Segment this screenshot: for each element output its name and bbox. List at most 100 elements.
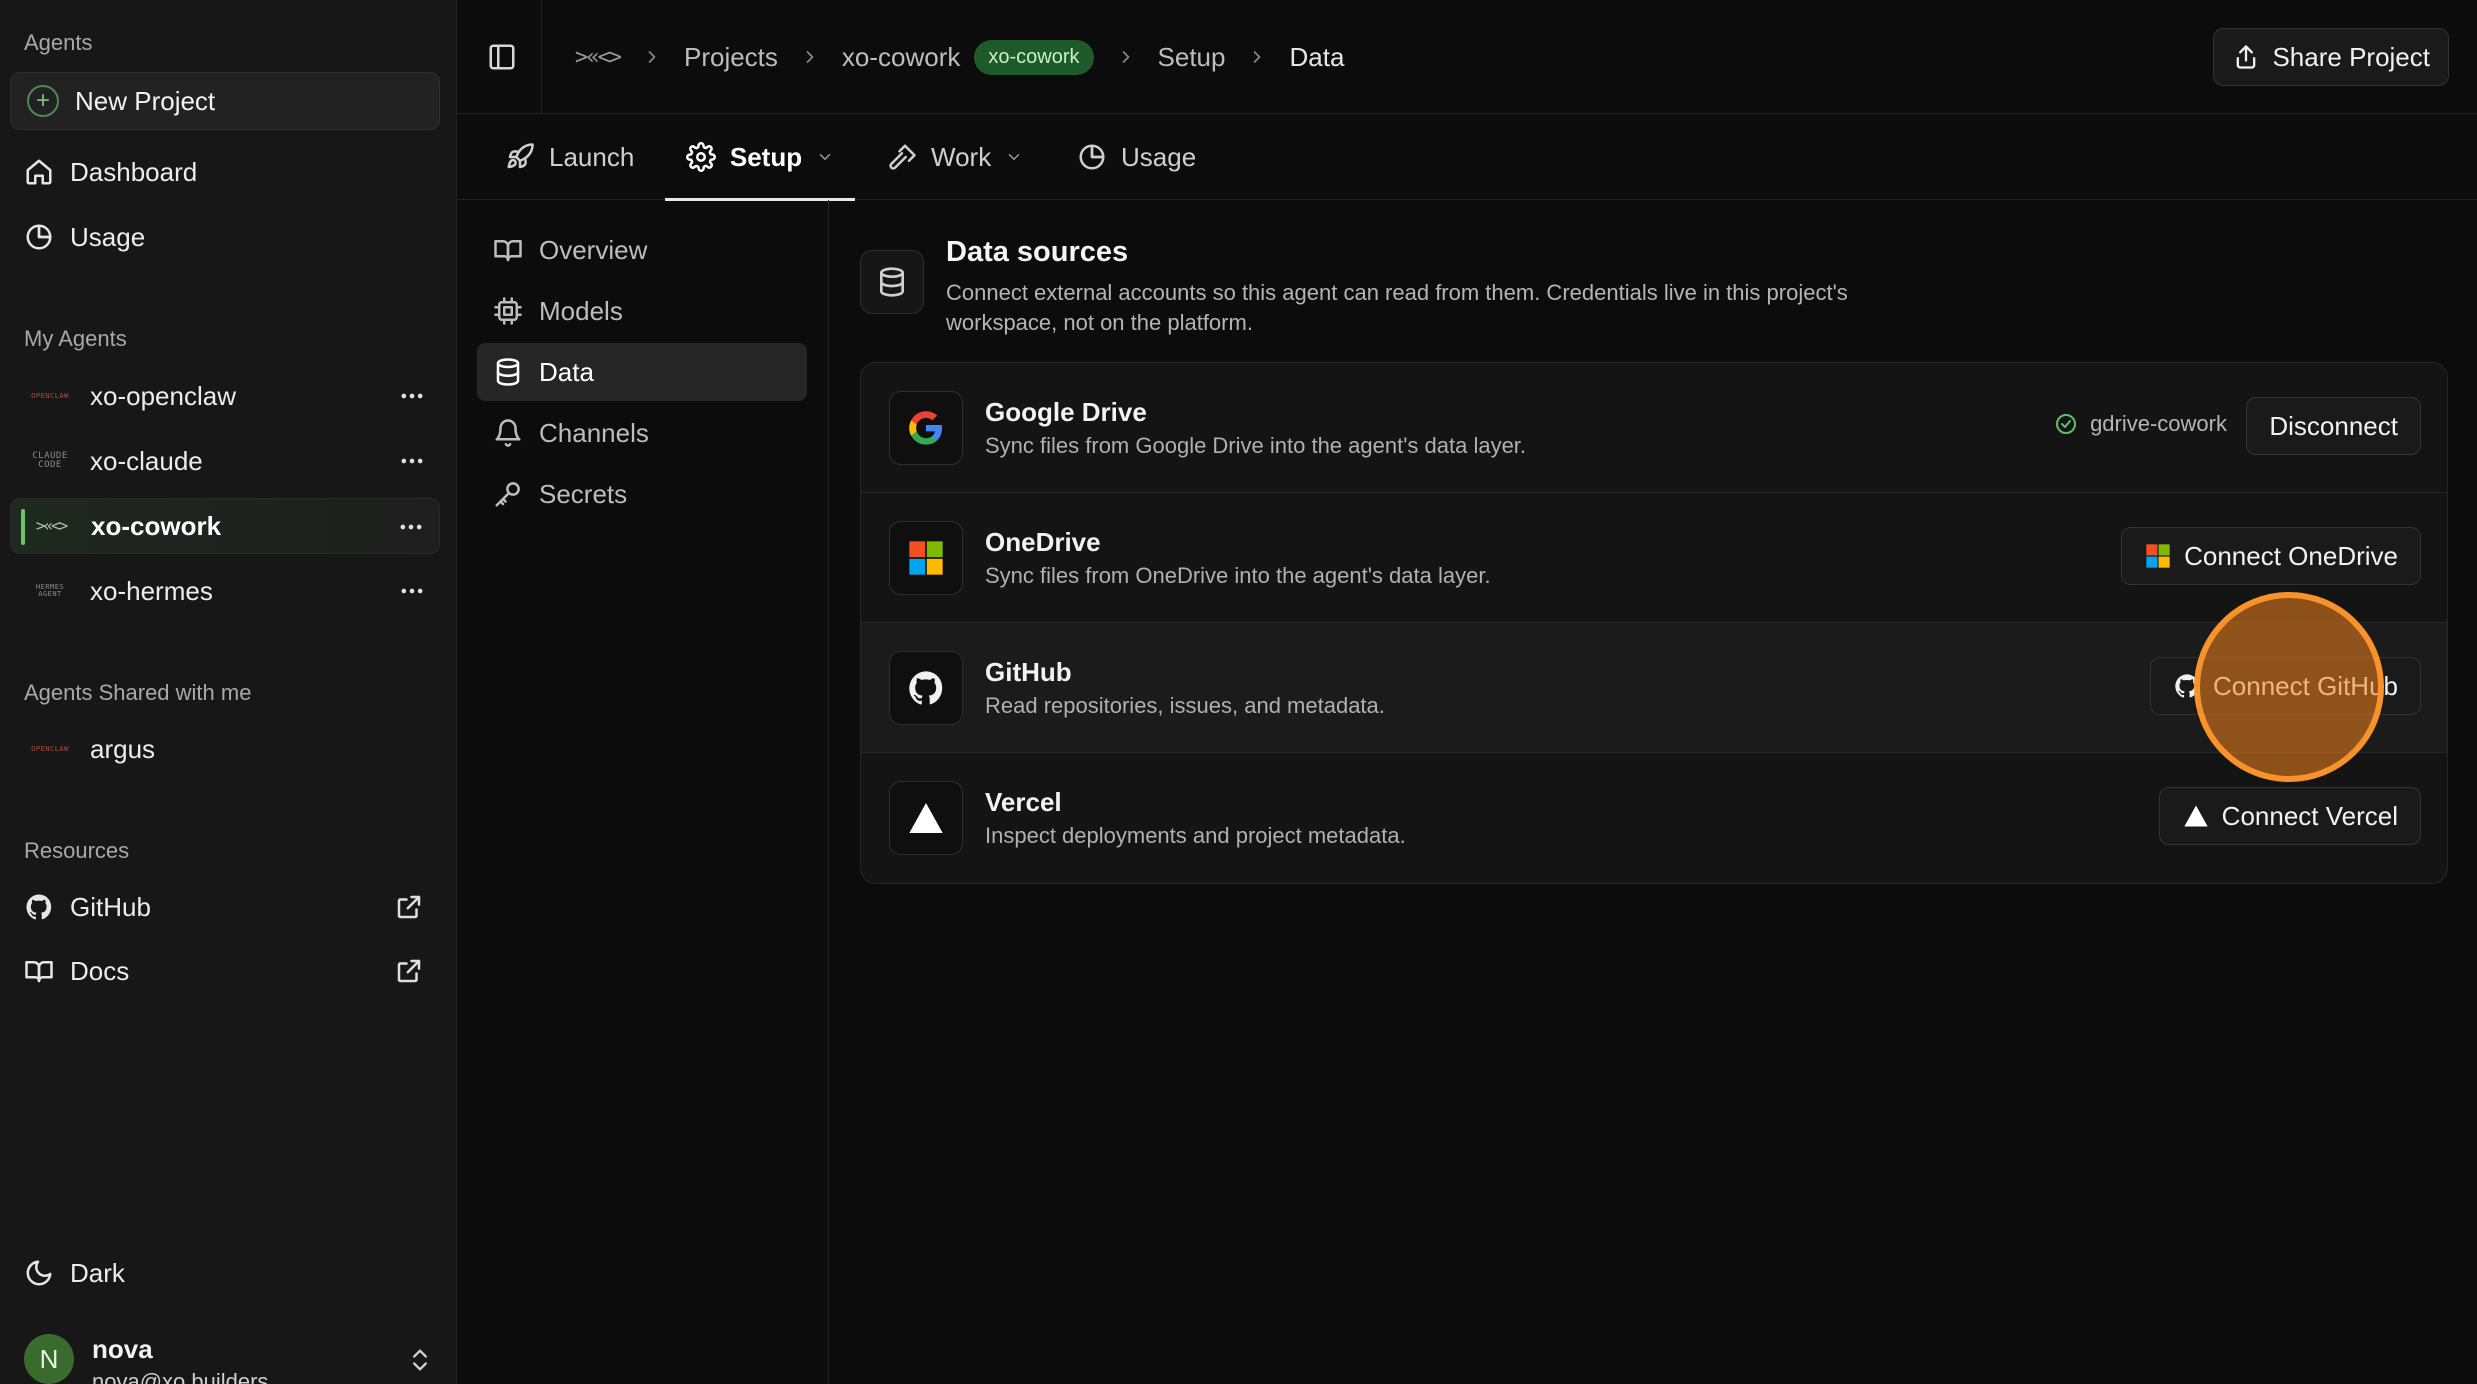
- source-name: Vercel: [985, 787, 1062, 817]
- cowork-logo: >«<>: [35, 516, 69, 535]
- button-label: Connect Vercel: [2221, 800, 2398, 831]
- claude-code-logo: CLAUDE CODE: [32, 451, 68, 470]
- disconnect-google-drive-button[interactable]: Disconnect: [2246, 397, 2421, 455]
- user-menu[interactable]: N nova nova@xo.builders: [24, 1334, 444, 1384]
- connect-github-button[interactable]: Connect GitHub: [2150, 657, 2421, 715]
- gear-icon: [685, 142, 716, 172]
- source-description: Sync files from OneDrive into the agent'…: [985, 563, 1491, 588]
- google-icon: [909, 411, 942, 445]
- chevron-right-icon: [648, 51, 656, 63]
- share-project-label: Share Project: [2272, 41, 2430, 72]
- sidebar-toggle-icon[interactable]: [487, 42, 517, 72]
- setup-subnav: Overview Models Data Channels Secrets: [457, 200, 829, 1384]
- sidebar-agent-xo-openclaw[interactable]: OPENCLAW xo-openclaw: [10, 368, 440, 424]
- breadcrumb-projects[interactable]: Projects: [684, 42, 778, 73]
- more-dots-icon[interactable]: [398, 577, 426, 605]
- subnav-label: Overview: [539, 234, 648, 265]
- sidebar-item-usage[interactable]: Usage: [10, 209, 440, 265]
- moon-icon: [26, 1260, 52, 1286]
- subnav-channels[interactable]: Channels: [477, 404, 807, 462]
- sidebar-section-agents: Agents: [24, 30, 93, 55]
- connection-status: gdrive-cowork: [2054, 411, 2227, 437]
- sidebar-section-resources: Resources: [24, 838, 130, 863]
- github-icon: [909, 671, 943, 705]
- header-divider: [541, 0, 542, 114]
- chip-icon: [494, 297, 522, 325]
- sidebar-agent-argus[interactable]: OPENCLAW argus: [10, 721, 440, 777]
- source-description: Sync files from Google Drive into the ag…: [985, 433, 1527, 458]
- sidebar-agent-xo-claude[interactable]: CLAUDE CODE xo-claude: [10, 433, 440, 489]
- check-circle-icon: [2056, 414, 2077, 434]
- sidebar-resource-docs[interactable]: Docs: [10, 943, 440, 999]
- project-badge: xo-cowork: [974, 39, 1094, 75]
- sidebar-agent-xo-cowork[interactable]: >«<> xo-cowork: [10, 498, 440, 554]
- sidebar-agent-xo-hermes[interactable]: HERMES AGENT xo-hermes: [10, 563, 440, 619]
- tab-label: Work: [931, 141, 992, 172]
- subnav-label: Secrets: [539, 478, 628, 509]
- agent-label: xo-openclaw: [90, 380, 236, 411]
- tab-usage[interactable]: Usage: [1077, 114, 1196, 200]
- agent-label: xo-cowork: [91, 510, 222, 541]
- source-row-vercel: Vercel Inspect deployments and project m…: [861, 753, 2447, 883]
- home-icon: [26, 159, 52, 185]
- sidebar-resource-github[interactable]: GitHub: [10, 879, 440, 935]
- sidebar-item-label: Dashboard: [70, 156, 198, 187]
- source-name: OneDrive: [985, 527, 1101, 557]
- database-icon: [496, 358, 520, 386]
- chevrons-up-down-icon: [413, 1349, 427, 1371]
- openclaw-logo: OPENCLAW: [31, 744, 69, 753]
- sidebar: Agents + New Project Dashboard Usage My …: [0, 0, 457, 1384]
- github-logo: [889, 651, 963, 725]
- external-link-icon: [397, 959, 421, 983]
- new-project-label: New Project: [75, 85, 216, 116]
- top-header: >«<> Projects xo-cowork xo-cowork Setup …: [457, 0, 2477, 114]
- sidebar-item-label: Usage: [70, 221, 146, 252]
- subnav-secrets[interactable]: Secrets: [477, 465, 807, 523]
- share-icon: [2237, 45, 2256, 69]
- avatar: N: [24, 1334, 74, 1384]
- data-sources-icon-box: [860, 250, 924, 314]
- page-title: Data sources: [946, 236, 1129, 268]
- user-name: nova: [92, 1334, 153, 1364]
- more-dots-icon[interactable]: [398, 447, 426, 475]
- microsoft-icon: [2146, 544, 2170, 568]
- subnav-models[interactable]: Models: [477, 282, 807, 340]
- app-logo[interactable]: >«<>: [575, 45, 622, 70]
- breadcrumb-project[interactable]: xo-cowork: [842, 42, 960, 73]
- bell-icon: [495, 419, 521, 447]
- subnav-data[interactable]: Data: [477, 343, 807, 401]
- github-icon: [26, 894, 52, 920]
- more-dots-icon[interactable]: [398, 382, 426, 410]
- connect-vercel-button[interactable]: Connect Vercel: [2158, 787, 2421, 845]
- subnav-overview[interactable]: Overview: [477, 221, 807, 279]
- subnav-label: Channels: [539, 417, 649, 448]
- source-row-github: GitHub Read repositories, issues, and me…: [861, 623, 2447, 753]
- rocket-icon: [507, 143, 534, 169]
- tab-label: Usage: [1121, 141, 1197, 172]
- agent-label: argus: [90, 733, 156, 764]
- onedrive-logo: [889, 521, 963, 595]
- tab-setup[interactable]: Setup: [665, 114, 855, 201]
- more-dots-icon[interactable]: [397, 513, 425, 541]
- google-drive-logo: [889, 391, 963, 465]
- main-content: Data sources Connect external accounts s…: [830, 200, 2477, 1384]
- resource-label: GitHub: [70, 891, 151, 922]
- source-description: Read repositories, issues, and metadata.: [985, 693, 1385, 718]
- external-link-icon: [397, 895, 421, 919]
- source-name: Google Drive: [985, 397, 1147, 427]
- database-icon: [880, 267, 904, 297]
- connect-onedrive-button[interactable]: Connect OneDrive: [2121, 527, 2421, 585]
- resource-label: Docs: [70, 955, 130, 986]
- tab-work[interactable]: Work: [887, 114, 1023, 200]
- breadcrumb-setup[interactable]: Setup: [1158, 42, 1226, 73]
- key-icon: [495, 482, 520, 507]
- share-project-button[interactable]: Share Project: [2213, 28, 2449, 86]
- source-row-onedrive: OneDrive Sync files from OneDrive into t…: [861, 493, 2447, 623]
- new-project-button[interactable]: + New Project: [10, 72, 440, 130]
- tab-launch[interactable]: Launch: [505, 114, 634, 200]
- page-description: Connect external accounts so this agent …: [946, 280, 1848, 335]
- microsoft-icon: [909, 541, 943, 575]
- chevron-down-icon: [1008, 154, 1020, 160]
- theme-toggle[interactable]: Dark: [10, 1245, 440, 1301]
- sidebar-item-dashboard[interactable]: Dashboard: [10, 144, 440, 200]
